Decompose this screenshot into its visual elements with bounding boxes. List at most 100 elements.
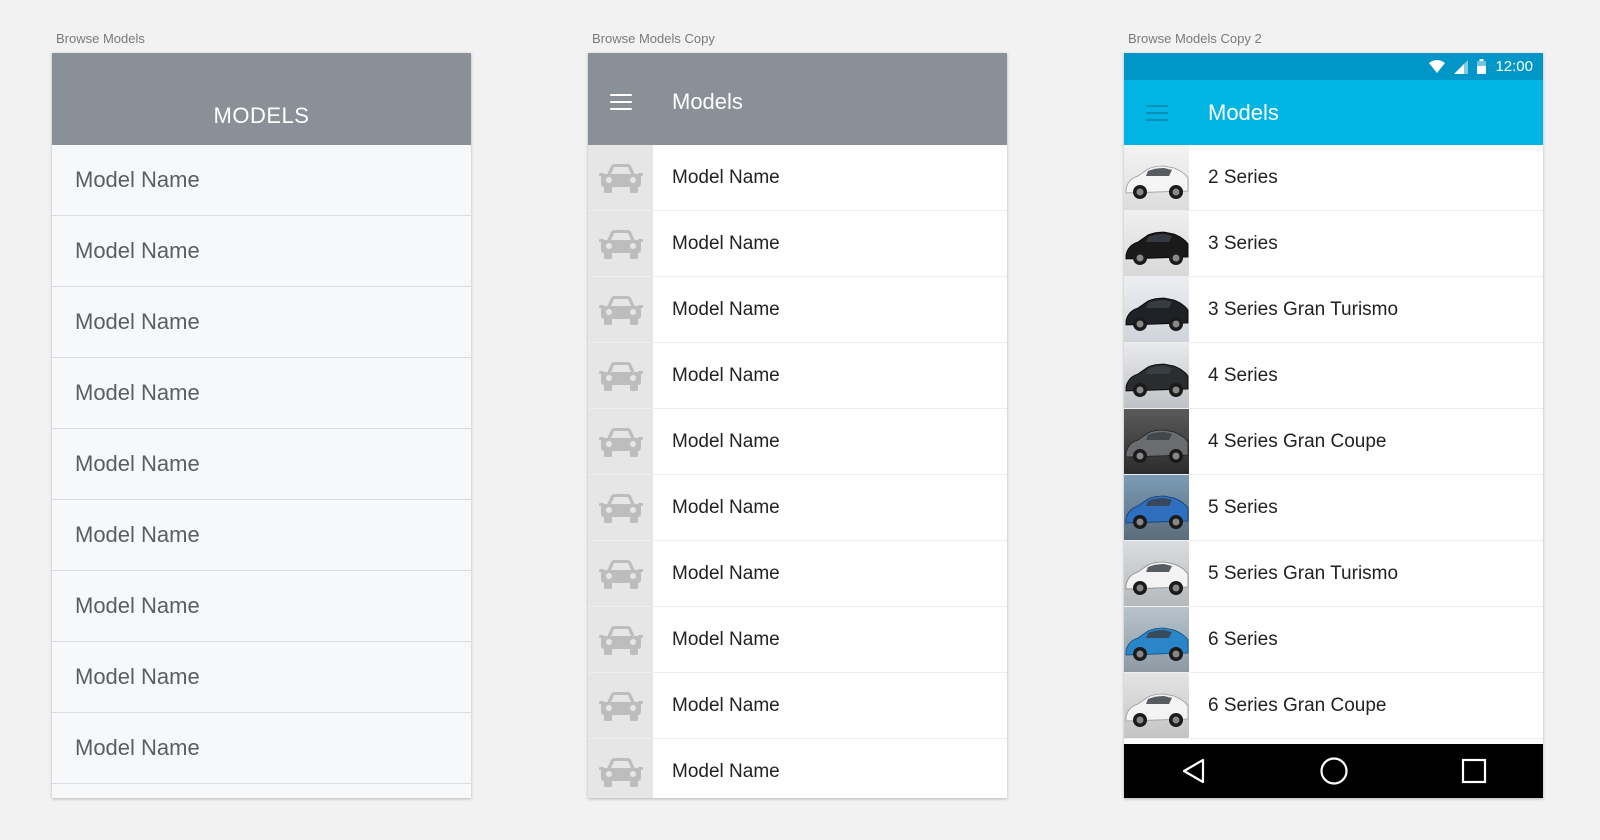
car-icon	[588, 145, 653, 210]
home-icon[interactable]	[1319, 756, 1349, 786]
status-bar: 12:00	[1124, 53, 1543, 80]
list-item[interactable]: 5 Series Gran Turismo	[1124, 541, 1543, 607]
list-item[interactable]: Model Name	[52, 642, 471, 713]
list-item-label: Model Name	[75, 593, 200, 618]
list-item-label: 5 Series	[1208, 496, 1278, 518]
page-title: MODELS	[213, 103, 310, 128]
list-item-label: Model Name	[672, 298, 780, 320]
screen-browse-models: MODELS Model Name Model Name Model Name …	[52, 53, 471, 798]
recents-icon[interactable]	[1460, 757, 1488, 785]
list-item[interactable]: Model Name	[588, 541, 1007, 607]
list-item-label: Model Name	[75, 309, 200, 334]
list-item-label: Model Name	[75, 451, 200, 476]
car-photo	[1124, 607, 1189, 672]
app-bar: Models	[588, 53, 1007, 145]
list-item-partial	[52, 784, 471, 798]
menu-icon[interactable]	[610, 94, 632, 110]
navigation-bar	[1124, 744, 1543, 798]
car-photo	[1124, 673, 1189, 738]
car-icon	[588, 607, 653, 672]
list-item[interactable]: 3 Series Gran Turismo	[1124, 277, 1543, 343]
list-item[interactable]: Model Name	[588, 673, 1007, 739]
model-list: 2 Series 3 Series 3 Series Gran Turismo 4 S…	[1124, 145, 1543, 739]
list-item-label: Model Name	[75, 522, 200, 547]
screen-browse-models-copy-2: 12:00 Models 2 Series 3 Series 3 Series Gr…	[1124, 53, 1543, 798]
car-icon	[588, 475, 653, 540]
list-item[interactable]: 4 Series	[1124, 343, 1543, 409]
list-item[interactable]: Model Name	[52, 145, 471, 216]
car-photo	[1124, 475, 1189, 540]
list-item[interactable]: Model Name	[588, 211, 1007, 277]
car-photo	[1124, 277, 1189, 342]
car-photo	[1124, 211, 1189, 276]
list-item[interactable]: Model Name	[52, 429, 471, 500]
list-item[interactable]: 2 Series	[1124, 145, 1543, 211]
app-bar: MODELS	[52, 53, 471, 145]
page-title: Models	[1208, 99, 1279, 125]
list-item[interactable]: 4 Series Gran Coupe	[1124, 409, 1543, 475]
car-photo	[1124, 343, 1189, 408]
list-item-label: Model Name	[75, 238, 200, 263]
list-item[interactable]: 3 Series	[1124, 211, 1543, 277]
list-item[interactable]: Model Name	[52, 571, 471, 642]
list-item-label: Model Name	[672, 166, 780, 188]
list-item[interactable]: Model Name	[588, 475, 1007, 541]
signal-icon	[1454, 59, 1469, 74]
list-item[interactable]: Model Name	[52, 500, 471, 571]
car-icon	[588, 343, 653, 408]
car-icon	[588, 673, 653, 738]
car-photo	[1124, 145, 1189, 210]
list-item-label: 4 Series Gran Coupe	[1208, 430, 1387, 452]
car-icon	[588, 211, 653, 276]
list-item-label: 2 Series	[1208, 166, 1278, 188]
list-item[interactable]: Model Name	[52, 358, 471, 429]
list-item[interactable]: Model Name	[52, 713, 471, 784]
wifi-icon	[1429, 60, 1446, 73]
list-item-label: 3 Series	[1208, 232, 1278, 254]
list-item-label: 6 Series	[1208, 628, 1278, 650]
list-item-label: Model Name	[75, 735, 200, 760]
page-title: Models	[672, 89, 743, 114]
list-item-label: Model Name	[75, 664, 200, 689]
list-item[interactable]: Model Name	[588, 343, 1007, 409]
list-item[interactable]: Model Name	[52, 216, 471, 287]
list-item-label: Model Name	[672, 760, 780, 782]
list-item-label: 5 Series Gran Turismo	[1208, 562, 1399, 584]
artboard-label-browse-models-copy-2: Browse Models Copy 2	[1128, 31, 1262, 46]
list-item-label: Model Name	[672, 496, 780, 518]
artboard-label-browse-models: Browse Models	[56, 31, 145, 46]
list-item[interactable]: Model Name	[588, 739, 1007, 798]
list-item-label: Model Name	[75, 167, 200, 192]
status-time: 12:00	[1495, 58, 1533, 75]
car-icon	[588, 409, 653, 474]
car-icon	[588, 541, 653, 606]
list-item-label: Model Name	[672, 232, 780, 254]
screen-browse-models-copy: Models Model Name Model Name Model Name Mod…	[588, 53, 1007, 798]
list-item-label: 6 Series Gran Coupe	[1208, 694, 1387, 716]
back-icon[interactable]	[1180, 757, 1208, 785]
artboard-label-browse-models-copy: Browse Models Copy	[592, 31, 715, 46]
car-photo	[1124, 541, 1189, 606]
app-bar: Models	[1124, 80, 1543, 145]
list-item[interactable]: Model Name	[588, 145, 1007, 211]
list-item[interactable]: 6 Series	[1124, 607, 1543, 673]
list-item-label: Model Name	[672, 430, 780, 452]
list-item[interactable]: 6 Series Gran Coupe	[1124, 673, 1543, 739]
list-item-label: 3 Series Gran Turismo	[1208, 298, 1399, 320]
battery-icon	[1477, 59, 1487, 74]
list-item[interactable]: Model Name	[588, 277, 1007, 343]
list-item[interactable]: 5 Series	[1124, 475, 1543, 541]
list-item-label: Model Name	[672, 628, 780, 650]
model-list: Model Name Model Name Model Name Model Name…	[588, 145, 1007, 798]
car-photo	[1124, 409, 1189, 474]
list-item-label: Model Name	[672, 694, 780, 716]
list-item-label: Model Name	[672, 364, 780, 386]
list-item-label: 4 Series	[1208, 364, 1278, 386]
list-item[interactable]: Model Name	[52, 287, 471, 358]
list-item[interactable]: Model Name	[588, 607, 1007, 673]
menu-icon[interactable]	[1146, 104, 1168, 121]
list-item-label: Model Name	[75, 380, 200, 405]
model-list: Model Name Model Name Model Name Model N…	[52, 145, 471, 798]
list-item[interactable]: Model Name	[588, 409, 1007, 475]
car-icon	[588, 277, 653, 342]
